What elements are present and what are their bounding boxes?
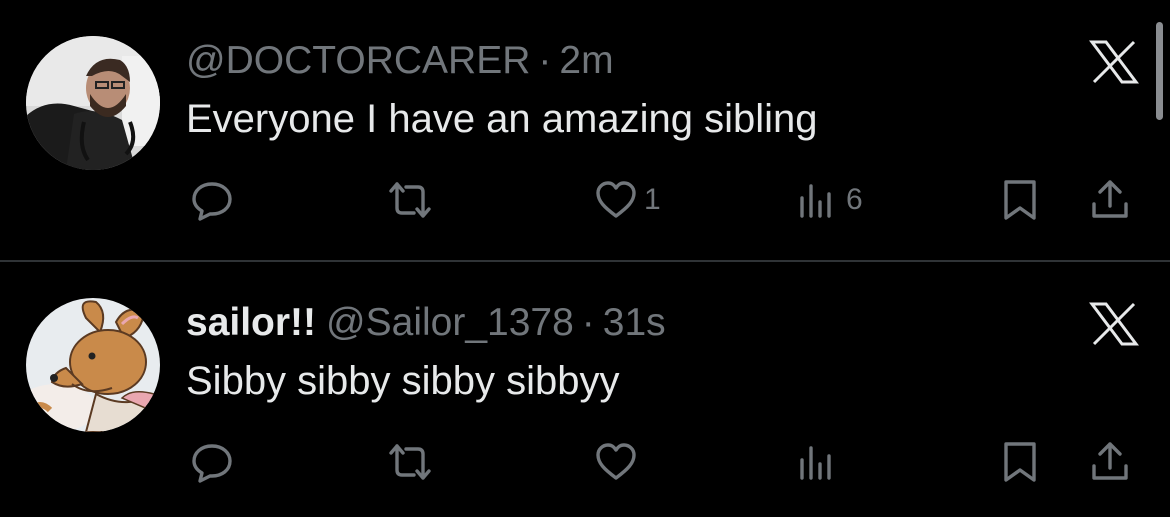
cartoon-kangaroo-avatar-icon	[26, 298, 160, 432]
separator-dot: ·	[538, 39, 552, 82]
tweet[interactable]: @DOCTORCARER · 2m Everyone I have an amazi…	[0, 0, 1150, 255]
views-icon	[800, 184, 831, 218]
close-icon[interactable]	[1088, 300, 1140, 348]
share-button[interactable]	[1088, 434, 1132, 490]
scrollbar[interactable]	[1156, 22, 1163, 120]
heart-icon	[596, 181, 636, 218]
action-bar: 1 6	[0, 172, 1150, 232]
separator-dot: ·	[581, 301, 595, 344]
like-button[interactable]: 1	[594, 172, 661, 228]
close-icon[interactable]	[1088, 38, 1140, 86]
timestamp[interactable]: 2m	[559, 39, 613, 82]
tweet-text: Sibby sibby sibby sibbyy	[186, 359, 620, 403]
doctor-photo-avatar-icon	[26, 36, 160, 170]
avatar[interactable]	[26, 298, 160, 432]
share-icon	[1092, 180, 1128, 218]
heart-icon	[596, 443, 636, 480]
retweet-button[interactable]	[388, 172, 438, 228]
like-count: 1	[644, 183, 661, 216]
retweet-icon	[389, 444, 431, 480]
share-icon	[1092, 442, 1128, 480]
tweet[interactable]: sailor!! @Sailor_1378 · 31s Sibby sibby sib…	[0, 262, 1150, 517]
reply-button[interactable]	[190, 172, 240, 228]
avatar[interactable]	[26, 36, 160, 170]
like-button[interactable]	[594, 434, 644, 490]
bookmark-button[interactable]	[998, 434, 1042, 490]
views-button[interactable]: 6	[796, 172, 863, 228]
user-handle[interactable]: @Sailor_1378	[326, 301, 574, 344]
retweet-button[interactable]	[388, 434, 438, 490]
action-bar	[0, 434, 1150, 494]
retweet-icon	[389, 182, 431, 218]
views-button[interactable]	[796, 434, 846, 490]
views-count: 6	[846, 183, 863, 216]
user-handle[interactable]: @DOCTORCARER	[186, 39, 530, 82]
reply-button[interactable]	[190, 434, 240, 490]
reply-icon	[192, 182, 232, 221]
timestamp[interactable]: 31s	[603, 301, 666, 344]
bookmark-icon	[1004, 442, 1036, 482]
bookmark-button[interactable]	[998, 172, 1042, 228]
bookmark-icon	[1004, 180, 1036, 220]
tweet-text: Everyone I have an amazing sibling	[186, 97, 818, 141]
tweet-header: sailor!! @Sailor_1378 · 31s	[186, 300, 666, 346]
display-name[interactable]: sailor!!	[186, 301, 316, 344]
views-icon	[800, 446, 831, 480]
share-button[interactable]	[1088, 172, 1132, 228]
reply-icon	[192, 444, 232, 483]
tweet-header: @DOCTORCARER · 2m	[186, 38, 614, 84]
